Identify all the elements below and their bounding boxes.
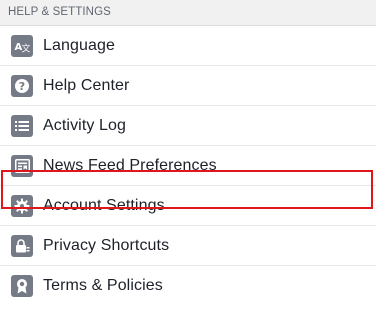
language-icon: A 文 [11, 34, 33, 57]
menu-item-privacy-shortcuts[interactable]: Privacy Shortcuts [0, 226, 376, 266]
menu-item-label: Privacy Shortcuts [43, 236, 170, 254]
list-icon [11, 114, 33, 137]
menu-item-label: Help Center [43, 76, 130, 94]
terms-badge-icon [11, 275, 33, 297]
menu-item-label: Terms & Policies [43, 277, 163, 294]
news-feed-icon [11, 154, 33, 177]
help-question-icon: ? [11, 74, 33, 97]
menu-item-label: Activity Log [43, 116, 127, 134]
menu-item-language[interactable]: A 文 Language [0, 26, 376, 66]
svg-text:文: 文 [22, 42, 31, 53]
settings-menu: A 文 Language ? Help Center Activity Log … [0, 26, 376, 306]
menu-item-activity-log[interactable]: Activity Log [0, 106, 376, 146]
help-settings-panel: HELP & SETTINGS A 文 Language ? Help Cent… [0, 0, 376, 306]
menu-item-news-feed-preferences[interactable]: News Feed Preferences [0, 146, 376, 186]
menu-item-terms-policies[interactable]: Terms & Policies [0, 266, 376, 306]
svg-text:?: ? [19, 80, 25, 93]
menu-item-label: News Feed Preferences [43, 156, 217, 174]
menu-item-label: Account Settings [43, 196, 165, 214]
menu-item-help-center[interactable]: ? Help Center [0, 66, 376, 106]
privacy-lock-icon [11, 234, 33, 257]
section-header: HELP & SETTINGS [0, 0, 376, 26]
gear-icon [11, 194, 33, 217]
menu-item-label: Language [43, 36, 115, 54]
menu-item-account-settings[interactable]: Account Settings [0, 186, 376, 226]
